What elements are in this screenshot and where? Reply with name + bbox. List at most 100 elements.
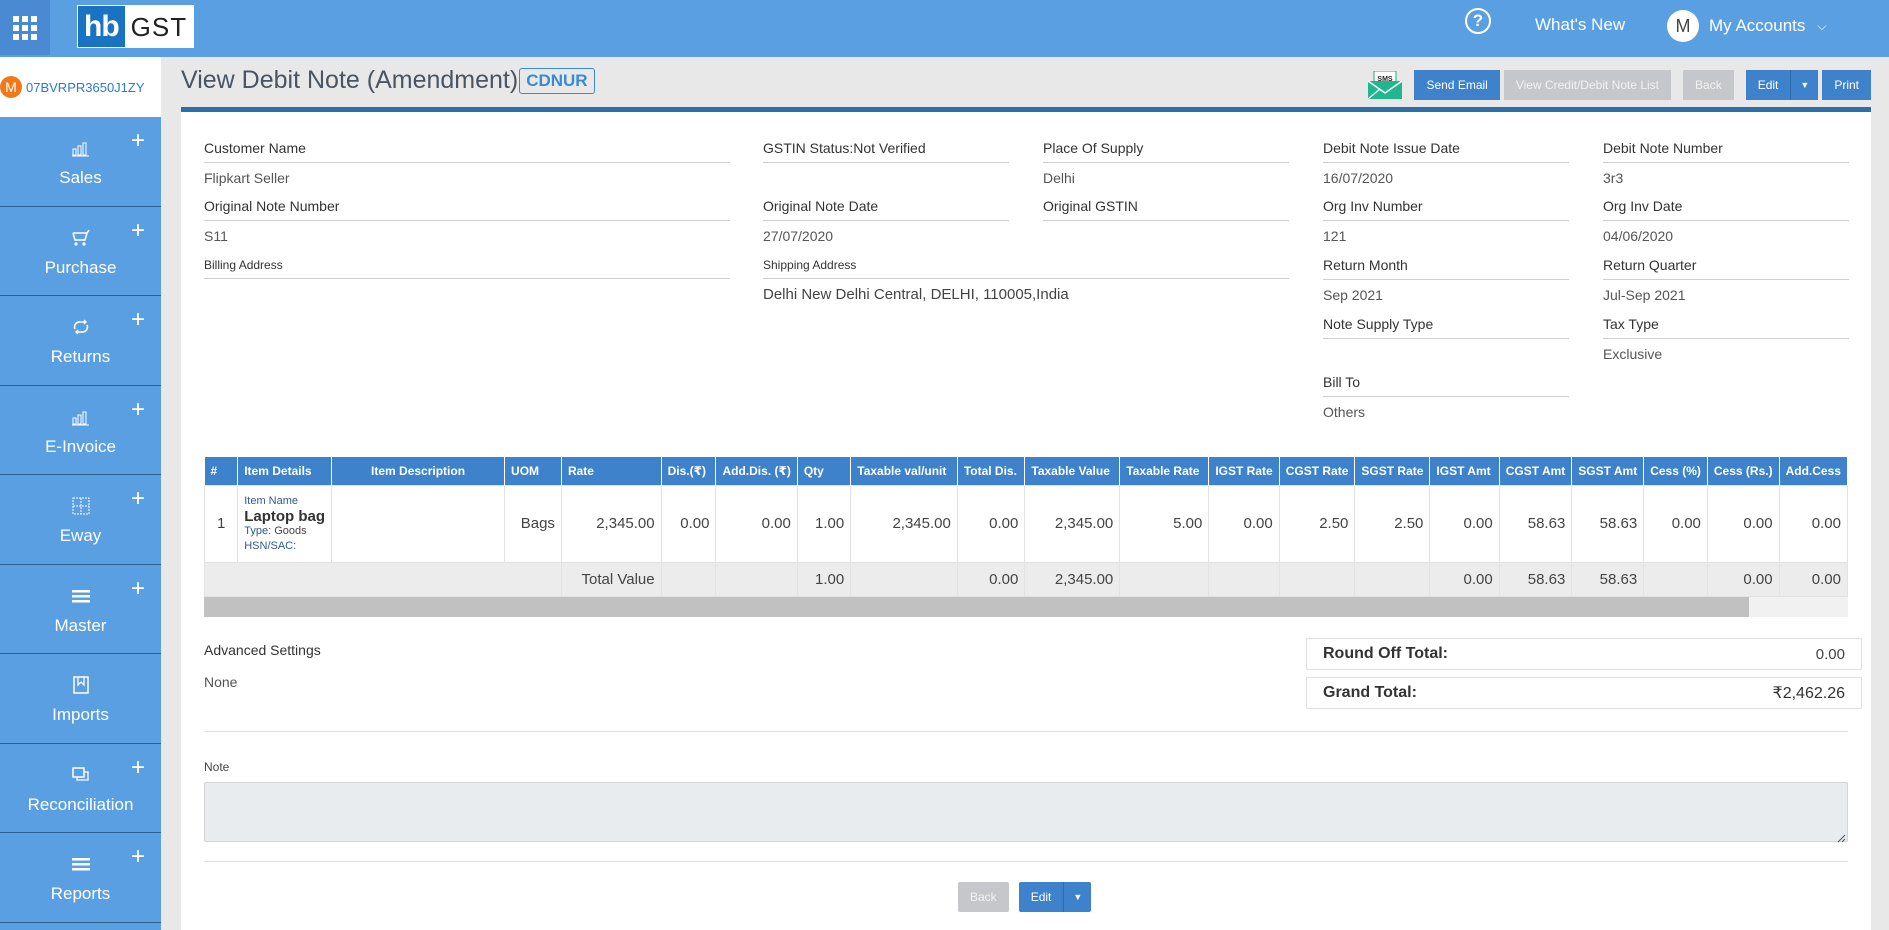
apps-menu-button[interactable] [0,0,50,55]
cell-add-cess: 0.00 [1778,484,1848,563]
total-sgst-rate-empty [1354,561,1431,597]
return-quarter-field: Return Quarter Jul-Sep 2021 [1603,257,1849,303]
item-type-value: Goods [274,524,307,537]
field-value: Flipkart Seller [204,170,290,186]
original-note-date-field: Original Note Date 27/07/2020 [763,198,1009,244]
cell-taxable-rate: 5.00 [1119,484,1210,563]
edit-split-button: Edit ▼ [1745,70,1819,100]
sidebar-item-returns[interactable]: Returns + [0,296,161,386]
advanced-settings-title: Advanced Settings [204,642,321,658]
account-menu[interactable]: M My Accounts ⌵ [1667,10,1826,42]
add-plus-icon[interactable]: + [131,843,145,871]
column-header: IGST Amt [1429,457,1500,485]
org-inv-date-field: Org Inv Date 04/06/2020 [1603,198,1849,244]
cell-cgst-amt: 58.63 [1498,484,1573,563]
column-header: CGST Amt [1499,457,1573,485]
column-header: Add.Dis. (₹) [715,457,798,485]
footer-edit-caret-icon[interactable]: ▼ [1063,882,1091,912]
cell-taxable-val-unit: 2,345.00 [850,484,958,563]
sidebar-item-reconciliation[interactable]: Reconciliation + [0,744,161,833]
column-header: IGST Rate [1208,457,1280,485]
field-label: Original GSTIN [1043,198,1289,221]
sidebar-item-label: Master [54,615,107,635]
org-inv-number-field: Org Inv Number 121 [1323,198,1569,244]
logo-gst: GST [124,6,194,47]
sidebar-item-sales[interactable]: Sales + [0,117,161,207]
hbgst-logo[interactable]: hb GST [77,5,195,48]
top-bar: hb GST ? What's New M My Accounts ⌵ [0,0,1889,57]
sidebar-item-eway[interactable]: Eway + [0,475,161,565]
cell-cess-pct: 0.00 [1643,484,1708,563]
add-plus-icon[interactable]: + [131,217,145,245]
column-header: CGST Rate [1279,457,1356,485]
field-label: Return Month [1323,257,1569,280]
back-button[interactable]: Back [1683,70,1734,100]
cell-rate: 2,345.00 [560,484,662,563]
table-row: 1 Item Name Laptop bag Type: Goods HSN/S… [204,484,1848,563]
sidebar-item-reports[interactable]: Reports + [0,833,161,923]
add-plus-icon[interactable]: + [131,306,145,334]
item-type-label: Type: [244,524,272,537]
field-label: Org Inv Date [1603,198,1849,221]
footer-back-button[interactable]: Back [958,882,1009,912]
cell-cess-rs: 0.00 [1706,484,1780,563]
note-textarea[interactable] [204,782,1848,842]
total-cgst-amt: 58.63 [1498,561,1573,597]
sidebar-item-purchase[interactable]: Purchase + [0,207,161,296]
sidebar-item-imports[interactable]: Imports [0,654,161,744]
add-plus-icon[interactable]: + [131,754,145,782]
edit-dropdown-caret-icon[interactable]: ▼ [1790,70,1818,100]
gstin-status-field: GSTIN Status:Not Verified [763,140,1009,170]
cdnur-badge[interactable]: CDNUR [519,67,595,94]
add-plus-icon[interactable]: + [131,575,145,603]
field-value: 27/07/2020 [763,228,834,244]
total-taxable-rate-empty [1119,561,1210,597]
add-plus-icon[interactable]: + [131,127,145,155]
round-off-label: Round Off Total: [1323,645,1448,662]
print-button[interactable]: Print [1822,70,1871,100]
total-add-cess: 0.00 [1778,561,1848,597]
account-label: My Accounts [1709,16,1806,35]
add-plus-icon[interactable]: + [131,485,145,513]
table-horizontal-scrollbar[interactable] [204,596,1848,617]
field-value: Exclusive [1603,346,1663,362]
cell-igst-rate: 0.00 [1208,484,1280,563]
total-empty [204,561,562,597]
items-table: # Item Details Item Description UOM Rate Dis.… [204,457,1848,597]
sidebar-item-label: Returns [50,347,111,366]
view-note-list-button[interactable]: View Credit/Debit Note List [1503,70,1672,100]
sms-icon[interactable]: SMS [1366,70,1404,100]
column-header: SGST Rate [1354,457,1431,485]
total-add-dis-empty [715,561,798,597]
column-header: Taxable val/unit [850,457,958,485]
billing-address-field: Billing Address [204,258,730,286]
edit-button[interactable]: Edit [1746,70,1791,100]
resize-grip-icon[interactable] [1836,830,1846,843]
column-header: Item Description [331,457,506,485]
grand-total-label: Grand Total: [1323,684,1417,701]
sidebar-item-label: Sales [59,168,102,187]
gstin-selector[interactable]: M 07BVRPR3650J1ZY [0,57,161,117]
total-cess-rs: 0.00 [1706,561,1780,597]
column-header: Add.Cess [1779,457,1848,485]
footer-edit-button[interactable]: Edit [1019,882,1064,912]
add-plus-icon[interactable]: + [131,396,145,424]
sidebar-item-e-invoice[interactable]: E-Invoice + [0,386,161,475]
column-header: Rate [561,457,662,485]
send-email-button[interactable]: Send Email [1414,70,1500,100]
field-value: Delhi [1043,170,1075,186]
column-header: Qty [797,457,852,485]
divider [204,861,1848,862]
scrollbar-thumb[interactable] [204,596,1750,617]
field-label: Original Note Date [763,198,1009,221]
sidebar-item-master[interactable]: Master + [0,565,161,654]
field-label: Place Of Supply [1043,140,1289,163]
whats-new-link[interactable]: What's New [1535,15,1625,35]
field-label: Org Inv Number [1323,198,1569,221]
total-qty: 1.00 [796,561,852,597]
footer-edit-split-button: Edit ▼ [1018,882,1092,912]
page-title: View Debit Note (Amendment) CDNUR [181,66,595,95]
avatar: M [1667,10,1699,42]
help-icon[interactable]: ? [1465,8,1491,34]
item-name-label: Item Name [244,494,299,507]
